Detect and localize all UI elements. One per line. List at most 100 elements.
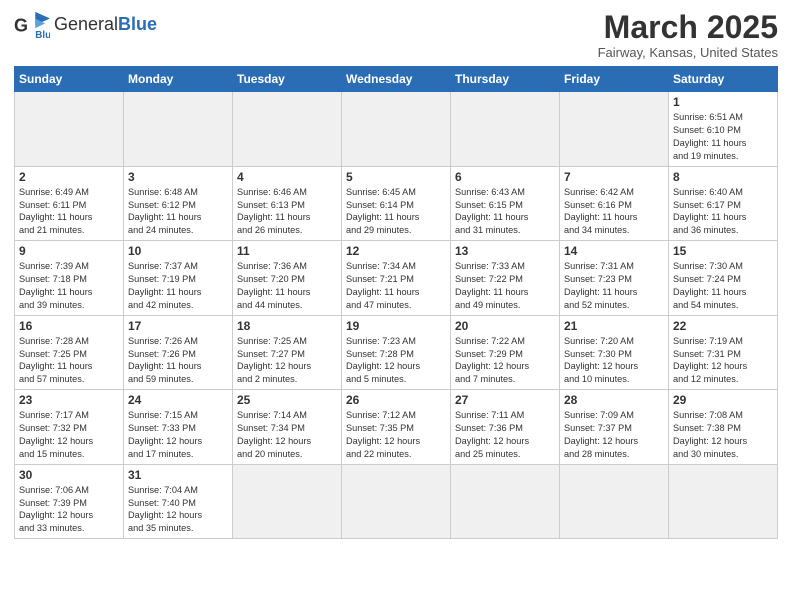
title-block: March 2025 Fairway, Kansas, United State… <box>598 10 778 60</box>
day-info: Sunrise: 7:26 AM Sunset: 7:26 PM Dayligh… <box>128 335 228 387</box>
day-info: Sunrise: 7:28 AM Sunset: 7:25 PM Dayligh… <box>19 335 119 387</box>
day-number: 3 <box>128 170 228 184</box>
day-number: 29 <box>673 393 773 407</box>
calendar-cell: 16 Sunrise: 7:28 AM Sunset: 7:25 PM Dayli… <box>15 315 124 390</box>
day-info: Sunrise: 7:31 AM Sunset: 7:23 PM Dayligh… <box>564 260 664 312</box>
day-number: 4 <box>237 170 337 184</box>
day-info: Sunrise: 7:04 AM Sunset: 7:40 PM Dayligh… <box>128 484 228 536</box>
day-number: 11 <box>237 244 337 258</box>
svg-text:Blue: Blue <box>35 30 50 40</box>
day-info: Sunrise: 7:08 AM Sunset: 7:38 PM Dayligh… <box>673 409 773 461</box>
calendar-cell: 30 Sunrise: 7:06 AM Sunset: 7:39 PM Dayli… <box>15 464 124 539</box>
calendar-cell <box>15 92 124 167</box>
month-title: March 2025 <box>598 10 778 45</box>
day-number: 1 <box>673 95 773 109</box>
calendar-cell: 11 Sunrise: 7:36 AM Sunset: 7:20 PM Dayli… <box>233 241 342 316</box>
day-info: Sunrise: 7:23 AM Sunset: 7:28 PM Dayligh… <box>346 335 446 387</box>
calendar-cell <box>124 92 233 167</box>
day-info: Sunrise: 6:48 AM Sunset: 6:12 PM Dayligh… <box>128 186 228 238</box>
day-info: Sunrise: 7:20 AM Sunset: 7:30 PM Dayligh… <box>564 335 664 387</box>
day-number: 8 <box>673 170 773 184</box>
day-info: Sunrise: 6:40 AM Sunset: 6:17 PM Dayligh… <box>673 186 773 238</box>
day-info: Sunrise: 7:37 AM Sunset: 7:19 PM Dayligh… <box>128 260 228 312</box>
day-info: Sunrise: 7:36 AM Sunset: 7:20 PM Dayligh… <box>237 260 337 312</box>
calendar-cell: 17 Sunrise: 7:26 AM Sunset: 7:26 PM Dayli… <box>124 315 233 390</box>
day-info: Sunrise: 7:19 AM Sunset: 7:31 PM Dayligh… <box>673 335 773 387</box>
calendar-week-row: 1 Sunrise: 6:51 AM Sunset: 6:10 PM Daylig… <box>15 92 778 167</box>
day-info: Sunrise: 7:14 AM Sunset: 7:34 PM Dayligh… <box>237 409 337 461</box>
day-number: 28 <box>564 393 664 407</box>
calendar-cell: 31Sunrise: 7:04 AM Sunset: 7:40 PM Dayli… <box>124 464 233 539</box>
day-number: 15 <box>673 244 773 258</box>
calendar-header-row: SundayMondayTuesdayWednesdayThursdayFrid… <box>15 67 778 92</box>
calendar-cell: 8 Sunrise: 6:40 AM Sunset: 6:17 PM Daylig… <box>669 166 778 241</box>
calendar-cell <box>342 92 451 167</box>
calendar-cell: 2Sunrise: 6:49 AM Sunset: 6:11 PM Daylig… <box>15 166 124 241</box>
day-number: 20 <box>455 319 555 333</box>
calendar-cell <box>560 464 669 539</box>
day-number: 17 <box>128 319 228 333</box>
calendar-cell: 24 Sunrise: 7:15 AM Sunset: 7:33 PM Dayli… <box>124 390 233 465</box>
day-number: 23 <box>19 393 119 407</box>
day-info: Sunrise: 6:46 AM Sunset: 6:13 PM Dayligh… <box>237 186 337 238</box>
day-number: 22 <box>673 319 773 333</box>
calendar-cell: 15Sunrise: 7:30 AM Sunset: 7:24 PM Dayli… <box>669 241 778 316</box>
day-number: 21 <box>564 319 664 333</box>
day-number: 6 <box>455 170 555 184</box>
calendar-cell: 4 Sunrise: 6:46 AM Sunset: 6:13 PM Daylig… <box>233 166 342 241</box>
day-number: 27 <box>455 393 555 407</box>
day-number: 18 <box>237 319 337 333</box>
calendar-cell <box>233 464 342 539</box>
day-info: Sunrise: 7:06 AM Sunset: 7:39 PM Dayligh… <box>19 484 119 536</box>
logo-text: GeneralBlue <box>54 14 157 36</box>
day-number: 25 <box>237 393 337 407</box>
calendar-cell <box>451 464 560 539</box>
calendar-cell: 7Sunrise: 6:42 AM Sunset: 6:16 PM Daylig… <box>560 166 669 241</box>
day-info: Sunrise: 6:43 AM Sunset: 6:15 PM Dayligh… <box>455 186 555 238</box>
svg-text:G: G <box>14 16 28 36</box>
calendar-cell <box>669 464 778 539</box>
calendar-header-monday: Monday <box>124 67 233 92</box>
calendar-cell: 9 Sunrise: 7:39 AM Sunset: 7:18 PM Daylig… <box>15 241 124 316</box>
subtitle: Fairway, Kansas, United States <box>598 45 778 60</box>
logo: G Blue GeneralBlue <box>14 10 157 40</box>
calendar-header-thursday: Thursday <box>451 67 560 92</box>
calendar-cell: 21 Sunrise: 7:20 AM Sunset: 7:30 PM Dayli… <box>560 315 669 390</box>
calendar-cell: 28Sunrise: 7:09 AM Sunset: 7:37 PM Dayli… <box>560 390 669 465</box>
calendar-cell: 23Sunrise: 7:17 AM Sunset: 7:32 PM Dayli… <box>15 390 124 465</box>
day-number: 24 <box>128 393 228 407</box>
calendar-cell: 10 Sunrise: 7:37 AM Sunset: 7:19 PM Dayli… <box>124 241 233 316</box>
calendar-week-row: 2Sunrise: 6:49 AM Sunset: 6:11 PM Daylig… <box>15 166 778 241</box>
calendar-header-saturday: Saturday <box>669 67 778 92</box>
day-number: 30 <box>19 468 119 482</box>
day-number: 9 <box>19 244 119 258</box>
calendar-cell: 6 Sunrise: 6:43 AM Sunset: 6:15 PM Daylig… <box>451 166 560 241</box>
calendar-week-row: 16 Sunrise: 7:28 AM Sunset: 7:25 PM Dayli… <box>15 315 778 390</box>
day-info: Sunrise: 7:25 AM Sunset: 7:27 PM Dayligh… <box>237 335 337 387</box>
calendar-header-tuesday: Tuesday <box>233 67 342 92</box>
day-number: 19 <box>346 319 446 333</box>
day-number: 16 <box>19 319 119 333</box>
calendar-cell: 3 Sunrise: 6:48 AM Sunset: 6:12 PM Daylig… <box>124 166 233 241</box>
calendar-cell: 19 Sunrise: 7:23 AM Sunset: 7:28 PM Dayli… <box>342 315 451 390</box>
day-number: 26 <box>346 393 446 407</box>
calendar-header-sunday: Sunday <box>15 67 124 92</box>
day-number: 12 <box>346 244 446 258</box>
calendar-cell: 20Sunrise: 7:22 AM Sunset: 7:29 PM Dayli… <box>451 315 560 390</box>
day-number: 2 <box>19 170 119 184</box>
day-number: 7 <box>564 170 664 184</box>
calendar-cell: 29 Sunrise: 7:08 AM Sunset: 7:38 PM Dayli… <box>669 390 778 465</box>
day-info: Sunrise: 6:51 AM Sunset: 6:10 PM Dayligh… <box>673 111 773 163</box>
day-info: Sunrise: 7:39 AM Sunset: 7:18 PM Dayligh… <box>19 260 119 312</box>
day-number: 13 <box>455 244 555 258</box>
calendar-header-friday: Friday <box>560 67 669 92</box>
day-info: Sunrise: 7:15 AM Sunset: 7:33 PM Dayligh… <box>128 409 228 461</box>
calendar-week-row: 23Sunrise: 7:17 AM Sunset: 7:32 PM Dayli… <box>15 390 778 465</box>
calendar-cell: 13Sunrise: 7:33 AM Sunset: 7:22 PM Dayli… <box>451 241 560 316</box>
calendar-cell: 25 Sunrise: 7:14 AM Sunset: 7:34 PM Dayli… <box>233 390 342 465</box>
day-number: 10 <box>128 244 228 258</box>
day-info: Sunrise: 7:11 AM Sunset: 7:36 PM Dayligh… <box>455 409 555 461</box>
calendar-cell <box>451 92 560 167</box>
calendar-cell: 18 Sunrise: 7:25 AM Sunset: 7:27 PM Dayli… <box>233 315 342 390</box>
calendar-cell: 14Sunrise: 7:31 AM Sunset: 7:23 PM Dayli… <box>560 241 669 316</box>
